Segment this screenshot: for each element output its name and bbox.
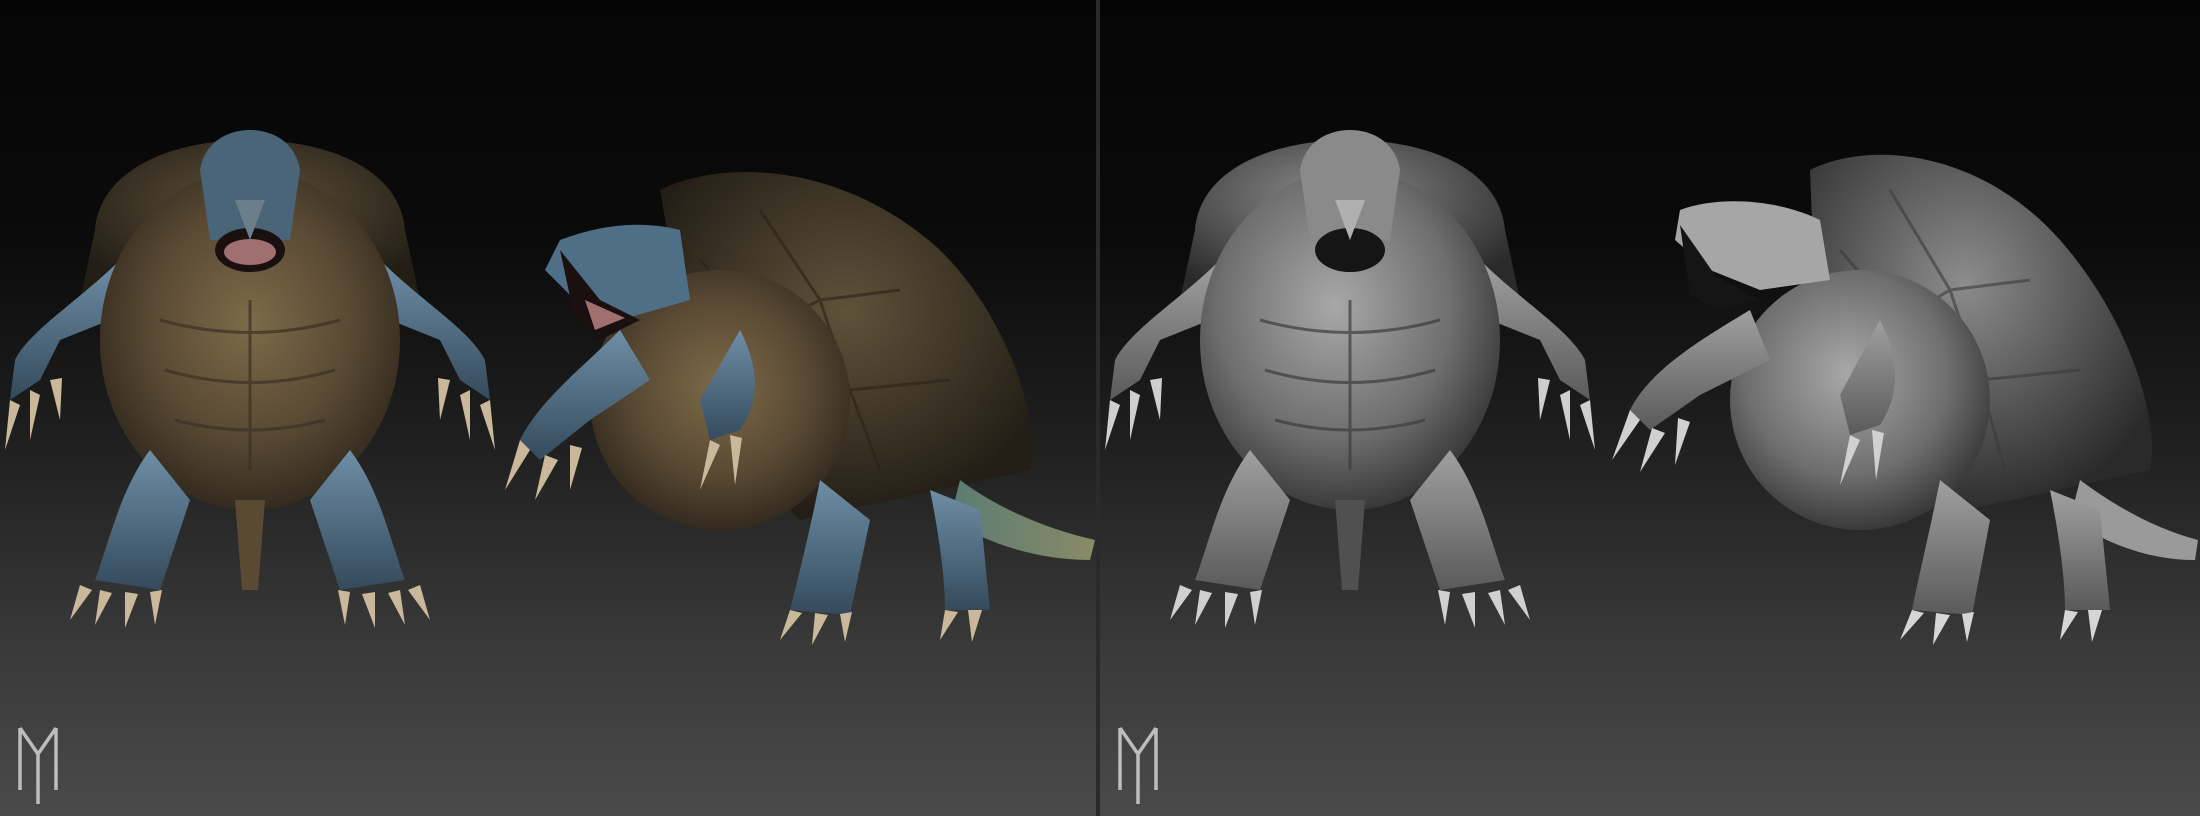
- textured-turtle-front-view: [5, 130, 1095, 645]
- clay-side-turtle: [1612, 154, 2198, 645]
- clay-turtle-views: [1105, 130, 2198, 645]
- clay-render-panel: [1100, 0, 2200, 816]
- textured-render-panel: [0, 0, 1096, 816]
- textured-side-turtle: [505, 172, 1095, 645]
- clay-front-turtle: [1105, 130, 1595, 628]
- textured-front-turtle: [5, 130, 495, 628]
- monogram-m-icon: [18, 727, 58, 804]
- monogram-m-icon: [1118, 727, 1158, 804]
- render-sheet: [0, 0, 2200, 816]
